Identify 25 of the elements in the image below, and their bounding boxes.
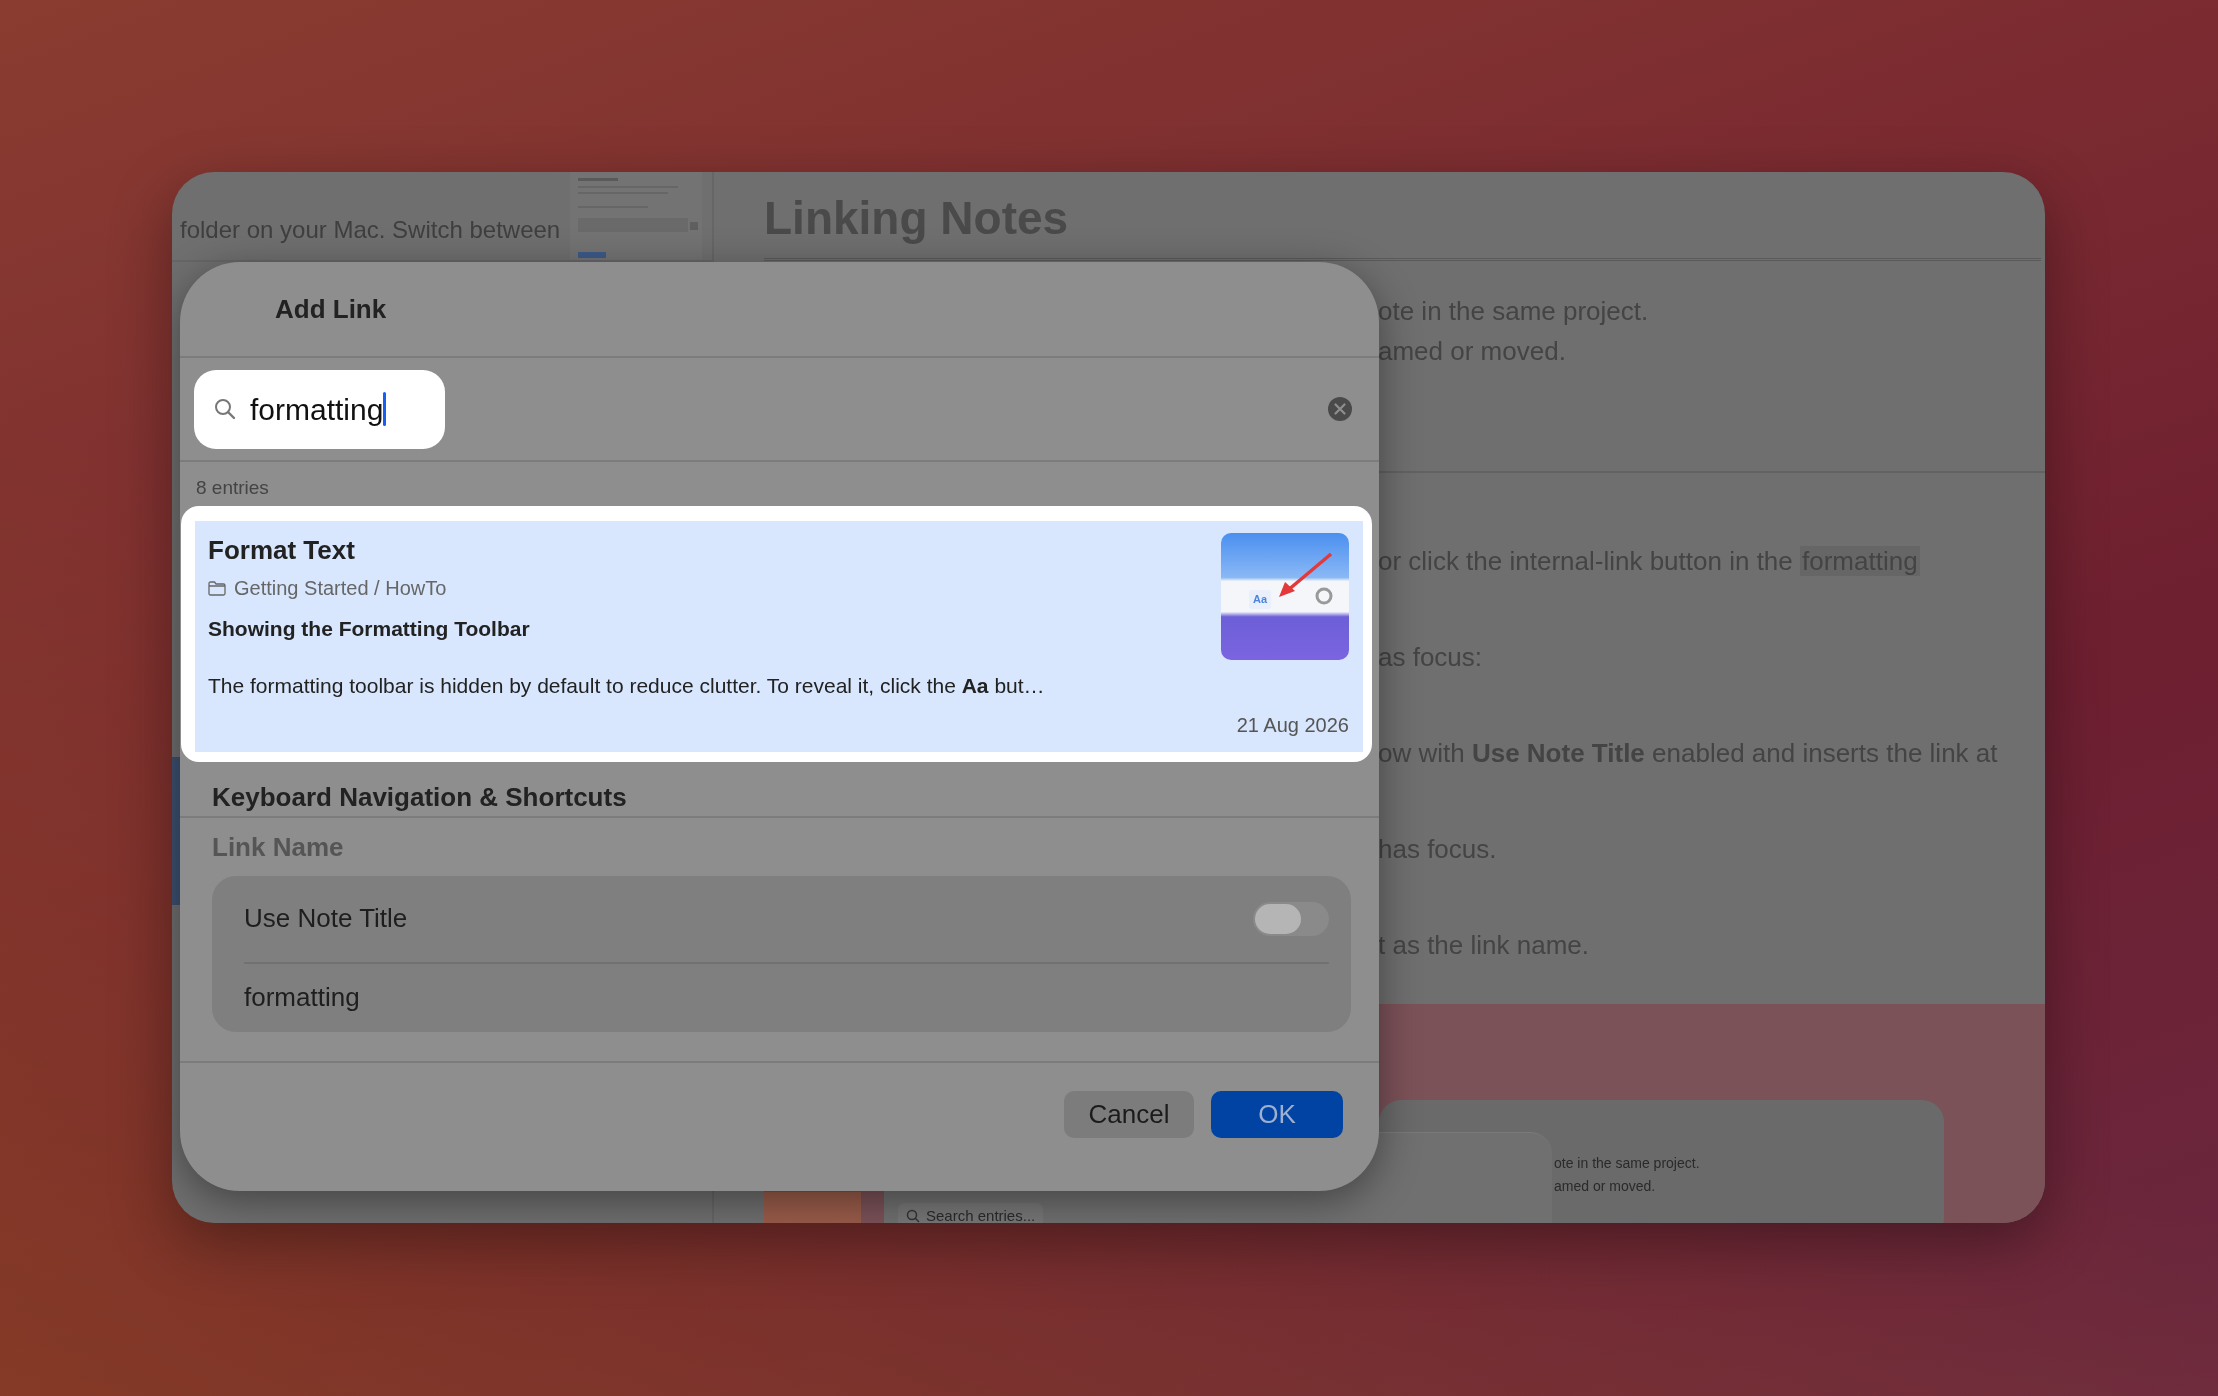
search-field[interactable]: formatting — [194, 369, 445, 449]
result-heading: Showing the Formatting Toolbar — [208, 616, 530, 642]
folder-path: Getting Started / HowTo — [234, 576, 447, 601]
section-heading: Keyboard Navigation & Shortcuts — [180, 761, 1379, 818]
entry-count: 8 entries — [195, 476, 270, 500]
thumbnail-drawing: Aa — [1221, 533, 1349, 660]
result-item[interactable]: Format Text Getting Started / HowTo Showing the Formatting Toolbar Aa The formatting toolbar is hidden by default to reduce clutter. To reveal it, click the Aa but… 21 Aug 2026 — [195, 521, 1363, 752]
result-date: 21 Aug 2026 — [1236, 712, 1349, 738]
dialog-title: Add Link — [275, 292, 387, 326]
section-label: Link Name — [211, 830, 345, 864]
result-snippet: The formatting toolbar is hidden by default to reduce clutter. To reveal it, click the Aa but… — [208, 673, 1046, 699]
clear-icon[interactable] — [1327, 396, 1353, 422]
search-field[interactable]: Search entries... — [898, 1203, 1044, 1223]
preview-text: ote in the same project. — [1554, 1154, 1701, 1173]
toggle-label: Use Note Title — [244, 902, 408, 935]
search-icon — [214, 398, 236, 420]
link-name-value[interactable]: formatting — [244, 978, 360, 1017]
preview-text: amed or moved. — [1554, 1177, 1657, 1196]
ok-button[interactable]: OK — [1211, 1091, 1343, 1138]
cancel-button[interactable]: Cancel — [1064, 1091, 1194, 1138]
folder-icon — [208, 580, 226, 596]
search-icon — [906, 1209, 920, 1223]
toggle-switch[interactable] — [1253, 901, 1329, 936]
result-title: Format Text — [208, 534, 356, 567]
text-cursor — [383, 392, 387, 426]
